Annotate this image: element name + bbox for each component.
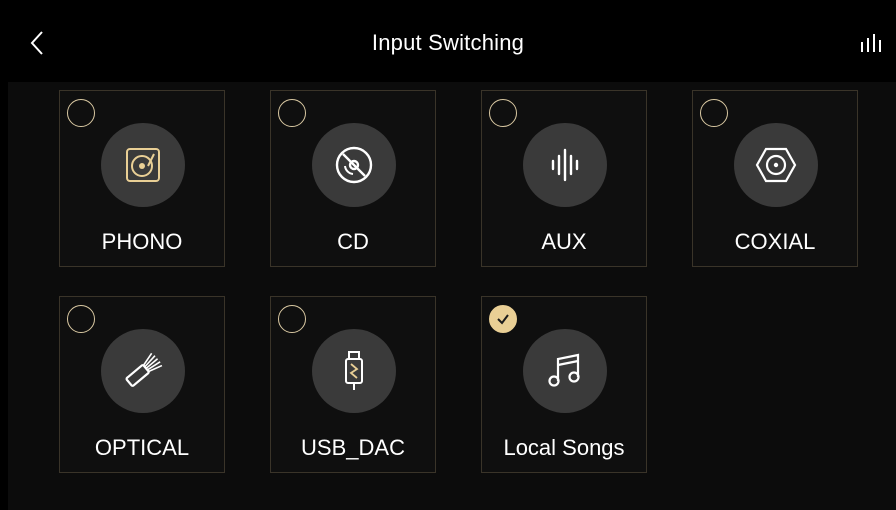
input-tile-cd[interactable]: CD — [270, 90, 436, 267]
input-tile-local-songs[interactable]: Local Songs — [481, 296, 647, 473]
equalizer-icon — [861, 34, 881, 52]
icon-circle — [101, 329, 185, 413]
radio-button[interactable] — [489, 99, 517, 127]
music-note-icon — [548, 353, 580, 387]
radio-button-checked[interactable] — [489, 305, 517, 333]
icon-circle — [312, 123, 396, 207]
input-tile-phono[interactable]: PHONO — [59, 90, 225, 267]
tile-label: OPTICAL — [94, 435, 190, 460]
turntable-icon — [126, 148, 160, 182]
check-icon — [497, 314, 509, 325]
icon-circle — [523, 123, 607, 207]
tile-label: USB_DAC — [301, 435, 405, 460]
radio-button[interactable] — [700, 99, 728, 127]
radio-button[interactable] — [67, 305, 95, 333]
input-tile-aux[interactable]: AUX — [481, 90, 647, 267]
tile-label: COXIAL — [734, 229, 816, 254]
input-tile-optical[interactable]: OPTICAL — [59, 296, 225, 473]
radio-button[interactable] — [278, 99, 306, 127]
icon-circle — [312, 329, 396, 413]
tile-label: CD — [337, 229, 369, 254]
optical-cable-icon — [125, 352, 163, 387]
input-tile-coxial[interactable]: COXIAL — [692, 90, 858, 267]
icon-circle — [523, 329, 607, 413]
icon-circle — [734, 123, 818, 207]
equalizer-button[interactable] — [856, 28, 886, 58]
input-tile-usb-dac[interactable]: USB_DAC — [270, 296, 436, 473]
coaxial-connector-icon — [755, 147, 797, 183]
radio-button[interactable] — [67, 99, 95, 127]
disc-icon — [335, 146, 373, 184]
top-bar: Input Switching — [0, 0, 896, 82]
tile-label: PHONO — [101, 229, 183, 254]
input-grid: PHONO CD AUX COXIAL OPTICAL USB_DAC Loca… — [8, 82, 896, 510]
radio-button[interactable] — [278, 305, 306, 333]
tile-label: Local Songs — [503, 435, 625, 460]
tile-label: AUX — [541, 229, 587, 254]
icon-circle — [101, 123, 185, 207]
usb-dac-icon — [345, 351, 363, 390]
page-title: Input Switching — [371, 30, 525, 55]
audio-wave-icon — [551, 148, 579, 182]
